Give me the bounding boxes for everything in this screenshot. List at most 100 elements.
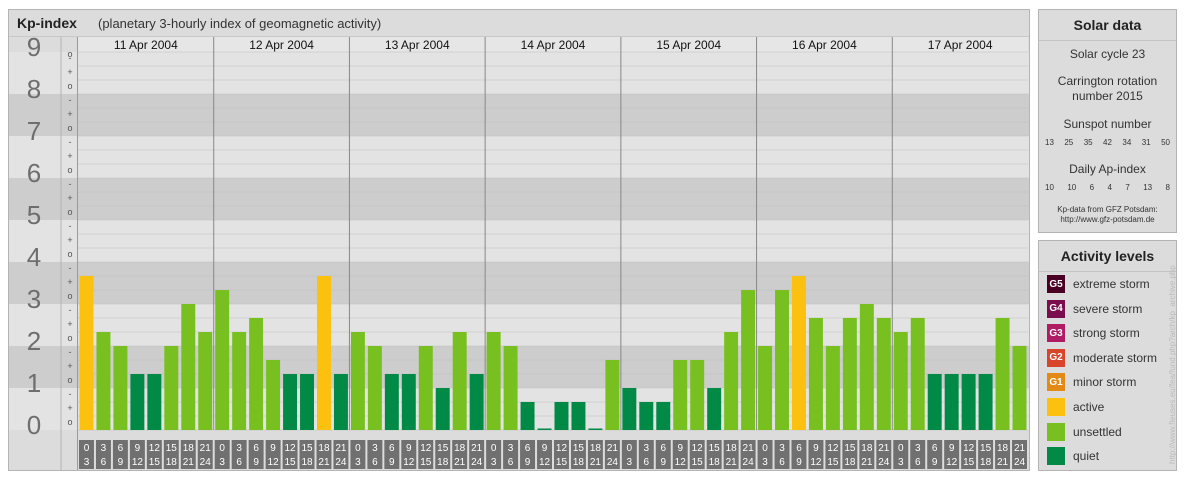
interval-start-label: 6 xyxy=(932,443,938,454)
kp-bar xyxy=(232,332,247,430)
interval-end-label: 12 xyxy=(403,457,415,468)
legend-label: strong storm xyxy=(1073,326,1140,341)
interval-start-label: 15 xyxy=(844,443,856,454)
minor-tick-label: o xyxy=(67,123,72,133)
date-label: 13 Apr 2004 xyxy=(385,38,450,52)
interval-start-label: 15 xyxy=(980,443,992,454)
interval-start-label: 18 xyxy=(318,443,330,454)
kp-band xyxy=(9,52,1029,94)
interval-end-label: 9 xyxy=(932,457,938,468)
legend-swatch: G3 xyxy=(1047,324,1065,343)
minor-tick-label: + xyxy=(67,193,72,203)
interval-end-label: 6 xyxy=(372,457,378,468)
legend-label: extreme storm xyxy=(1073,277,1150,291)
interval-end-label: 15 xyxy=(420,457,432,468)
interval-end-label: 12 xyxy=(810,457,822,468)
kp-bar xyxy=(944,374,959,430)
minor-tick-label: o xyxy=(67,81,72,91)
sunspot-value: 35 xyxy=(1083,138,1093,147)
minor-tick-label: o xyxy=(67,291,72,301)
legend-label: minor storm xyxy=(1073,375,1137,390)
interval-start-label: 15 xyxy=(301,443,313,454)
legend-swatch: G2 xyxy=(1047,348,1065,367)
interval-end-label: 21 xyxy=(454,457,466,468)
kp-band xyxy=(9,262,1029,304)
ap-index-value: 10 xyxy=(1067,183,1077,192)
minor-tick-label: o xyxy=(67,165,72,175)
y-tick-label: 8 xyxy=(27,74,41,104)
kp-bar xyxy=(469,374,484,430)
legend-item: active xyxy=(1047,397,1104,417)
kp-bar xyxy=(876,317,891,430)
legend-item: unsettled xyxy=(1047,422,1122,442)
minor-tick-label: o xyxy=(67,249,72,259)
kp-bar xyxy=(571,401,586,430)
kp-bar xyxy=(605,359,620,430)
ap-index-value: 7 xyxy=(1125,183,1130,192)
interval-start-label: 3 xyxy=(372,443,378,454)
sunspot-value: 42 xyxy=(1103,138,1112,147)
interval-start-label: 0 xyxy=(355,443,361,454)
kp-bar xyxy=(300,374,314,430)
legend-label: unsettled xyxy=(1073,424,1122,439)
interval-end-label: 18 xyxy=(166,457,178,468)
interval-end-label: 21 xyxy=(861,457,873,468)
minor-tick-label: + xyxy=(67,277,72,287)
y-tick-label: 1 xyxy=(27,368,41,398)
kp-bar xyxy=(367,346,382,430)
legend-swatch: G4 xyxy=(1047,299,1065,318)
sunspot-value: 31 xyxy=(1141,138,1151,147)
ap-index-value: 10 xyxy=(1045,183,1054,192)
interval-start-label: 12 xyxy=(692,443,704,454)
kp-band xyxy=(9,220,1029,262)
interval-end-label: 24 xyxy=(200,457,212,468)
interval-end-label: 6 xyxy=(779,457,785,468)
interval-start-label: 15 xyxy=(166,443,178,454)
interval-end-label: 6 xyxy=(644,457,650,468)
sunspot-value: 13 xyxy=(1045,138,1054,147)
kp-bar xyxy=(317,275,331,430)
minor-tick-label: o xyxy=(67,207,72,217)
kp-bar xyxy=(181,304,196,430)
interval-start-label: 15 xyxy=(573,443,585,454)
interval-end-label: 24 xyxy=(743,457,755,468)
kp-bar xyxy=(741,290,756,430)
minor-tick-label: + xyxy=(67,361,72,371)
interval-start-label: 9 xyxy=(949,443,955,454)
interval-start-label: 9 xyxy=(270,443,276,454)
interval-start-label: 21 xyxy=(607,443,619,454)
interval-start-label: 18 xyxy=(183,443,195,454)
ap-index-value: 8 xyxy=(1165,183,1170,192)
legend-item: G1 minor storm xyxy=(1047,372,1136,392)
kp-bar xyxy=(283,374,298,430)
kp-bar xyxy=(79,275,94,430)
chart-title: Kp-index xyxy=(17,15,77,31)
interval-end-label: 18 xyxy=(437,457,449,468)
legend-swatch xyxy=(1047,398,1065,416)
interval-start-label: 6 xyxy=(525,443,531,454)
sunspot-values: 13 25 35 42 34 31 50 xyxy=(1045,138,1170,147)
sunspot-label: Sunspot number xyxy=(1063,117,1152,131)
kp-bar xyxy=(503,346,518,430)
kp-bar xyxy=(893,332,908,430)
interval-end-label: 3 xyxy=(762,457,768,468)
solar-data-title: Solar data xyxy=(1039,10,1176,41)
kp-bar xyxy=(961,374,976,430)
interval-end-label: 9 xyxy=(525,457,531,468)
kp-bar xyxy=(435,388,450,430)
data-credit: Kp-data from GFZ Potsdam: xyxy=(1057,205,1158,214)
kp-bar xyxy=(333,374,348,430)
interval-end-label: 15 xyxy=(149,457,161,468)
legend-label: quiet xyxy=(1073,449,1100,464)
y-tick-label: 7 xyxy=(27,116,41,146)
kp-bar xyxy=(758,346,773,430)
chart-subtitle: (planetary 3-hourly index of geomagnetic… xyxy=(98,16,382,31)
interval-end-label: 9 xyxy=(796,457,802,468)
legend-swatch: G1 xyxy=(1047,373,1065,392)
interval-start-label: 3 xyxy=(101,443,107,454)
minor-tick-label: o xyxy=(67,375,72,385)
interval-end-label: 24 xyxy=(1014,457,1026,468)
date-label: 12 Apr 2004 xyxy=(249,38,314,52)
data-credit-url[interactable]: http://www.gfz-potsdam.de xyxy=(1039,215,1176,225)
interval-end-label: 12 xyxy=(132,457,144,468)
